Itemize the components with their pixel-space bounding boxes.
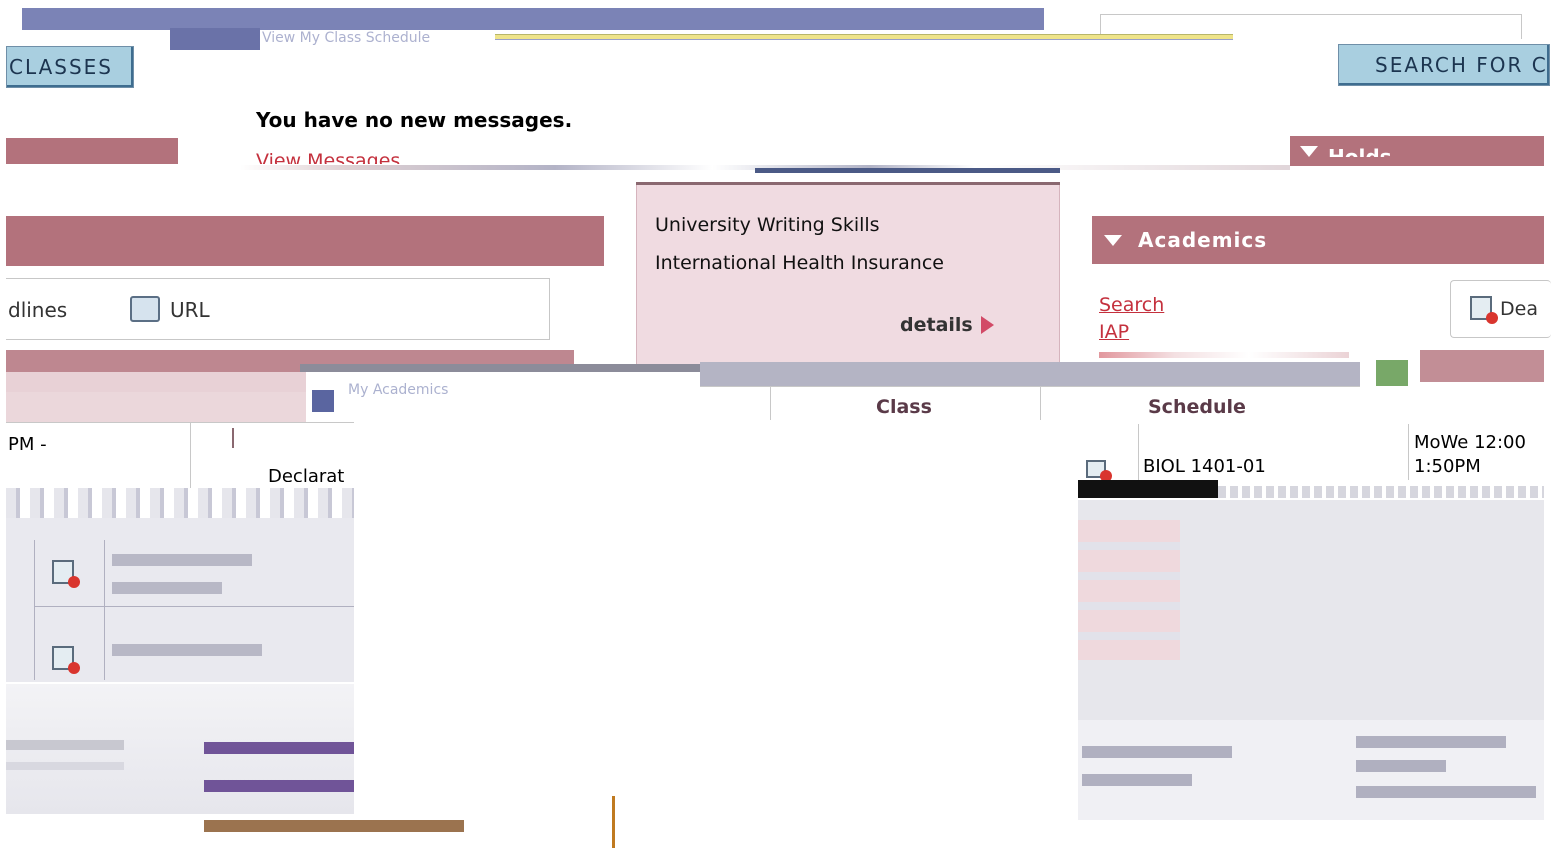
- glitch-lower-right-dark: [1078, 480, 1218, 498]
- garbled-cell-text: [112, 554, 252, 566]
- top-yellow-rule: [495, 34, 1233, 40]
- left-row-divider: [104, 540, 105, 680]
- schedule-cell-line1: MoWe 12:00: [1414, 432, 1526, 453]
- schedule-column-header: Schedule: [1148, 396, 1246, 418]
- glitch-lower-right-bottom: [1078, 720, 1544, 820]
- glitch-blue-square: [312, 390, 334, 412]
- glitch-orange-line: [612, 796, 615, 848]
- garbled-link: [204, 780, 354, 792]
- garbled-text: [1082, 774, 1192, 786]
- garbled-link: [204, 742, 354, 754]
- search-for-button-label: SEARCH FOR C: [1375, 53, 1548, 77]
- my-academics-garbled: My Academics: [348, 382, 449, 398]
- declaration-fragment: Declarat: [268, 466, 345, 482]
- todo-item[interactable]: University Writing Skills: [655, 214, 880, 236]
- academics-search-link[interactable]: Search: [1099, 294, 1164, 316]
- left-time-fragment: PM -: [8, 434, 47, 455]
- calendar-alert-icon: [1470, 296, 1498, 324]
- search-for-button[interactable]: SEARCH FOR C: [1338, 44, 1550, 86]
- glitch-rose-block: [1420, 350, 1544, 382]
- todo-panel: [636, 184, 1060, 368]
- calendar-icon: [1086, 460, 1112, 482]
- url-link[interactable]: URL: [170, 298, 210, 322]
- view-messages-link[interactable]: View Messages: [256, 150, 400, 164]
- left-row-divider: [34, 606, 354, 607]
- garbled-bar: [6, 762, 124, 770]
- row-divider: [1138, 424, 1139, 480]
- academics-iap-link[interactable]: IAP: [1099, 321, 1129, 343]
- todo-panel-topline: [636, 182, 1060, 185]
- academics-header[interactable]: Academics: [1092, 216, 1544, 264]
- top-header-bar: [22, 8, 1044, 30]
- garbled-text: [1356, 736, 1506, 748]
- row-divider: [1408, 424, 1409, 480]
- class-column-header: Class: [876, 396, 932, 418]
- deadlines-link[interactable]: dlines: [8, 298, 67, 322]
- calendar-alert-icon: [52, 646, 80, 674]
- details-link[interactable]: details: [900, 314, 994, 336]
- top-garbled-text: View My Class Schedule: [262, 30, 431, 46]
- glitch-green-block: [1376, 360, 1408, 386]
- classes-button[interactable]: CLASSES: [6, 46, 134, 88]
- academics-title: Academics: [1138, 228, 1268, 252]
- row-divider-rose: [232, 428, 234, 448]
- glitch-lower-right-band: [1218, 486, 1544, 498]
- todo-item[interactable]: International Health Insurance: [655, 252, 944, 274]
- holds-header[interactable]: Holds: [1290, 136, 1544, 166]
- glitch-band-center: [700, 362, 1360, 386]
- glitch-band-mid: [300, 364, 700, 372]
- class-cell[interactable]: BIOL 1401-01: [1143, 456, 1266, 477]
- left-rose-header: [6, 138, 178, 164]
- toolbar-box: [6, 278, 550, 340]
- garbled-cell-text: [112, 582, 222, 594]
- calendar-alert-icon: [52, 560, 80, 588]
- garbled-text: [1356, 786, 1536, 798]
- blank-occlusion: [354, 420, 1078, 796]
- row-divider: [190, 422, 191, 488]
- classes-button-label: CLASSES: [9, 55, 113, 79]
- dark-blue-rule: [755, 168, 1060, 173]
- url-icon: [130, 296, 160, 322]
- collapse-triangle-icon: [1104, 234, 1122, 246]
- header-divider: [770, 386, 771, 422]
- details-label: details: [900, 314, 973, 336]
- garbled-bar: [6, 740, 124, 750]
- schedule-cell-line2: 1:50PM: [1414, 456, 1481, 477]
- header-divider: [1040, 386, 1041, 422]
- left-row-divider: [34, 540, 35, 680]
- arrow-right-icon: [980, 316, 994, 334]
- glitch-band-left-light: [6, 372, 306, 392]
- holds-title: Holds: [1328, 145, 1392, 157]
- glitch-rose-stripes: [1078, 520, 1180, 660]
- glitch-rose-line: [6, 392, 306, 422]
- glitch-lower-left: [6, 488, 354, 518]
- garbled-link: [204, 820, 464, 832]
- garbled-cell-text: [112, 644, 262, 656]
- no-new-messages-text: You have no new messages.: [256, 108, 573, 132]
- left-section-header: [6, 216, 604, 266]
- deadlines-button-label: Dea: [1500, 298, 1538, 320]
- schedule-table-header: [700, 386, 1360, 423]
- academics-garbled-link: [1099, 352, 1349, 358]
- garbled-text: [1356, 760, 1446, 772]
- garbled-text: [1082, 746, 1232, 758]
- top-dark-strip: [170, 28, 260, 50]
- collapse-triangle-icon: [1300, 145, 1318, 157]
